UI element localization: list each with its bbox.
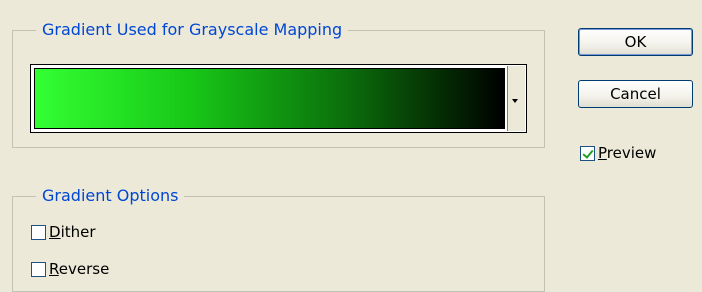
checkmark-icon [582, 146, 594, 159]
gradient-mapping-title: Gradient Used for Grayscale Mapping [36, 20, 349, 40]
preview-option[interactable]: Preview [580, 144, 656, 162]
reverse-label: Reverse [49, 260, 110, 278]
gradient-dropdown-button[interactable] [507, 66, 525, 131]
gradient-preview-bar[interactable] [34, 68, 505, 129]
ok-button[interactable]: OK [578, 28, 693, 56]
preview-checkbox[interactable] [580, 145, 595, 161]
reverse-checkbox[interactable] [31, 261, 46, 277]
preview-label: Preview [598, 144, 657, 162]
gradient-picker[interactable] [30, 64, 527, 133]
dither-checkbox[interactable] [31, 224, 46, 240]
dither-label: Dither [49, 223, 96, 241]
cancel-button[interactable]: Cancel [578, 80, 693, 108]
dropdown-arrow-icon [512, 99, 518, 103]
dither-option[interactable]: Dither [31, 223, 96, 241]
gradient-options-title: Gradient Options [36, 186, 185, 206]
reverse-option[interactable]: Reverse [31, 260, 109, 278]
